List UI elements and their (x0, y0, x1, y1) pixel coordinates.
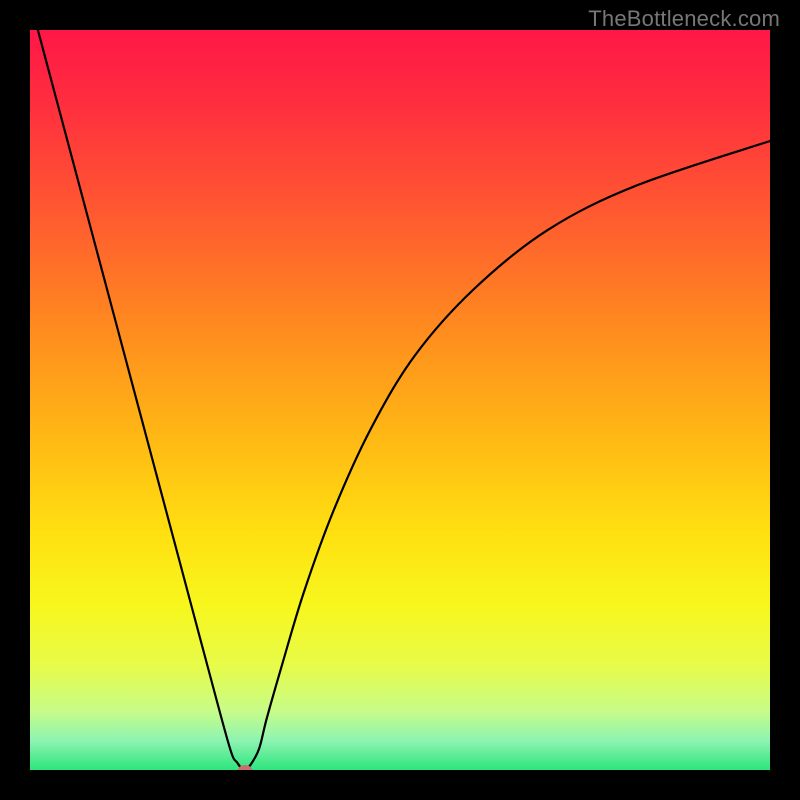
minimum-marker-icon (238, 765, 252, 770)
bottleneck-curve (30, 30, 770, 770)
chart-frame: TheBottleneck.com (0, 0, 800, 800)
watermark-text: TheBottleneck.com (588, 6, 780, 32)
plot-area (30, 30, 770, 770)
